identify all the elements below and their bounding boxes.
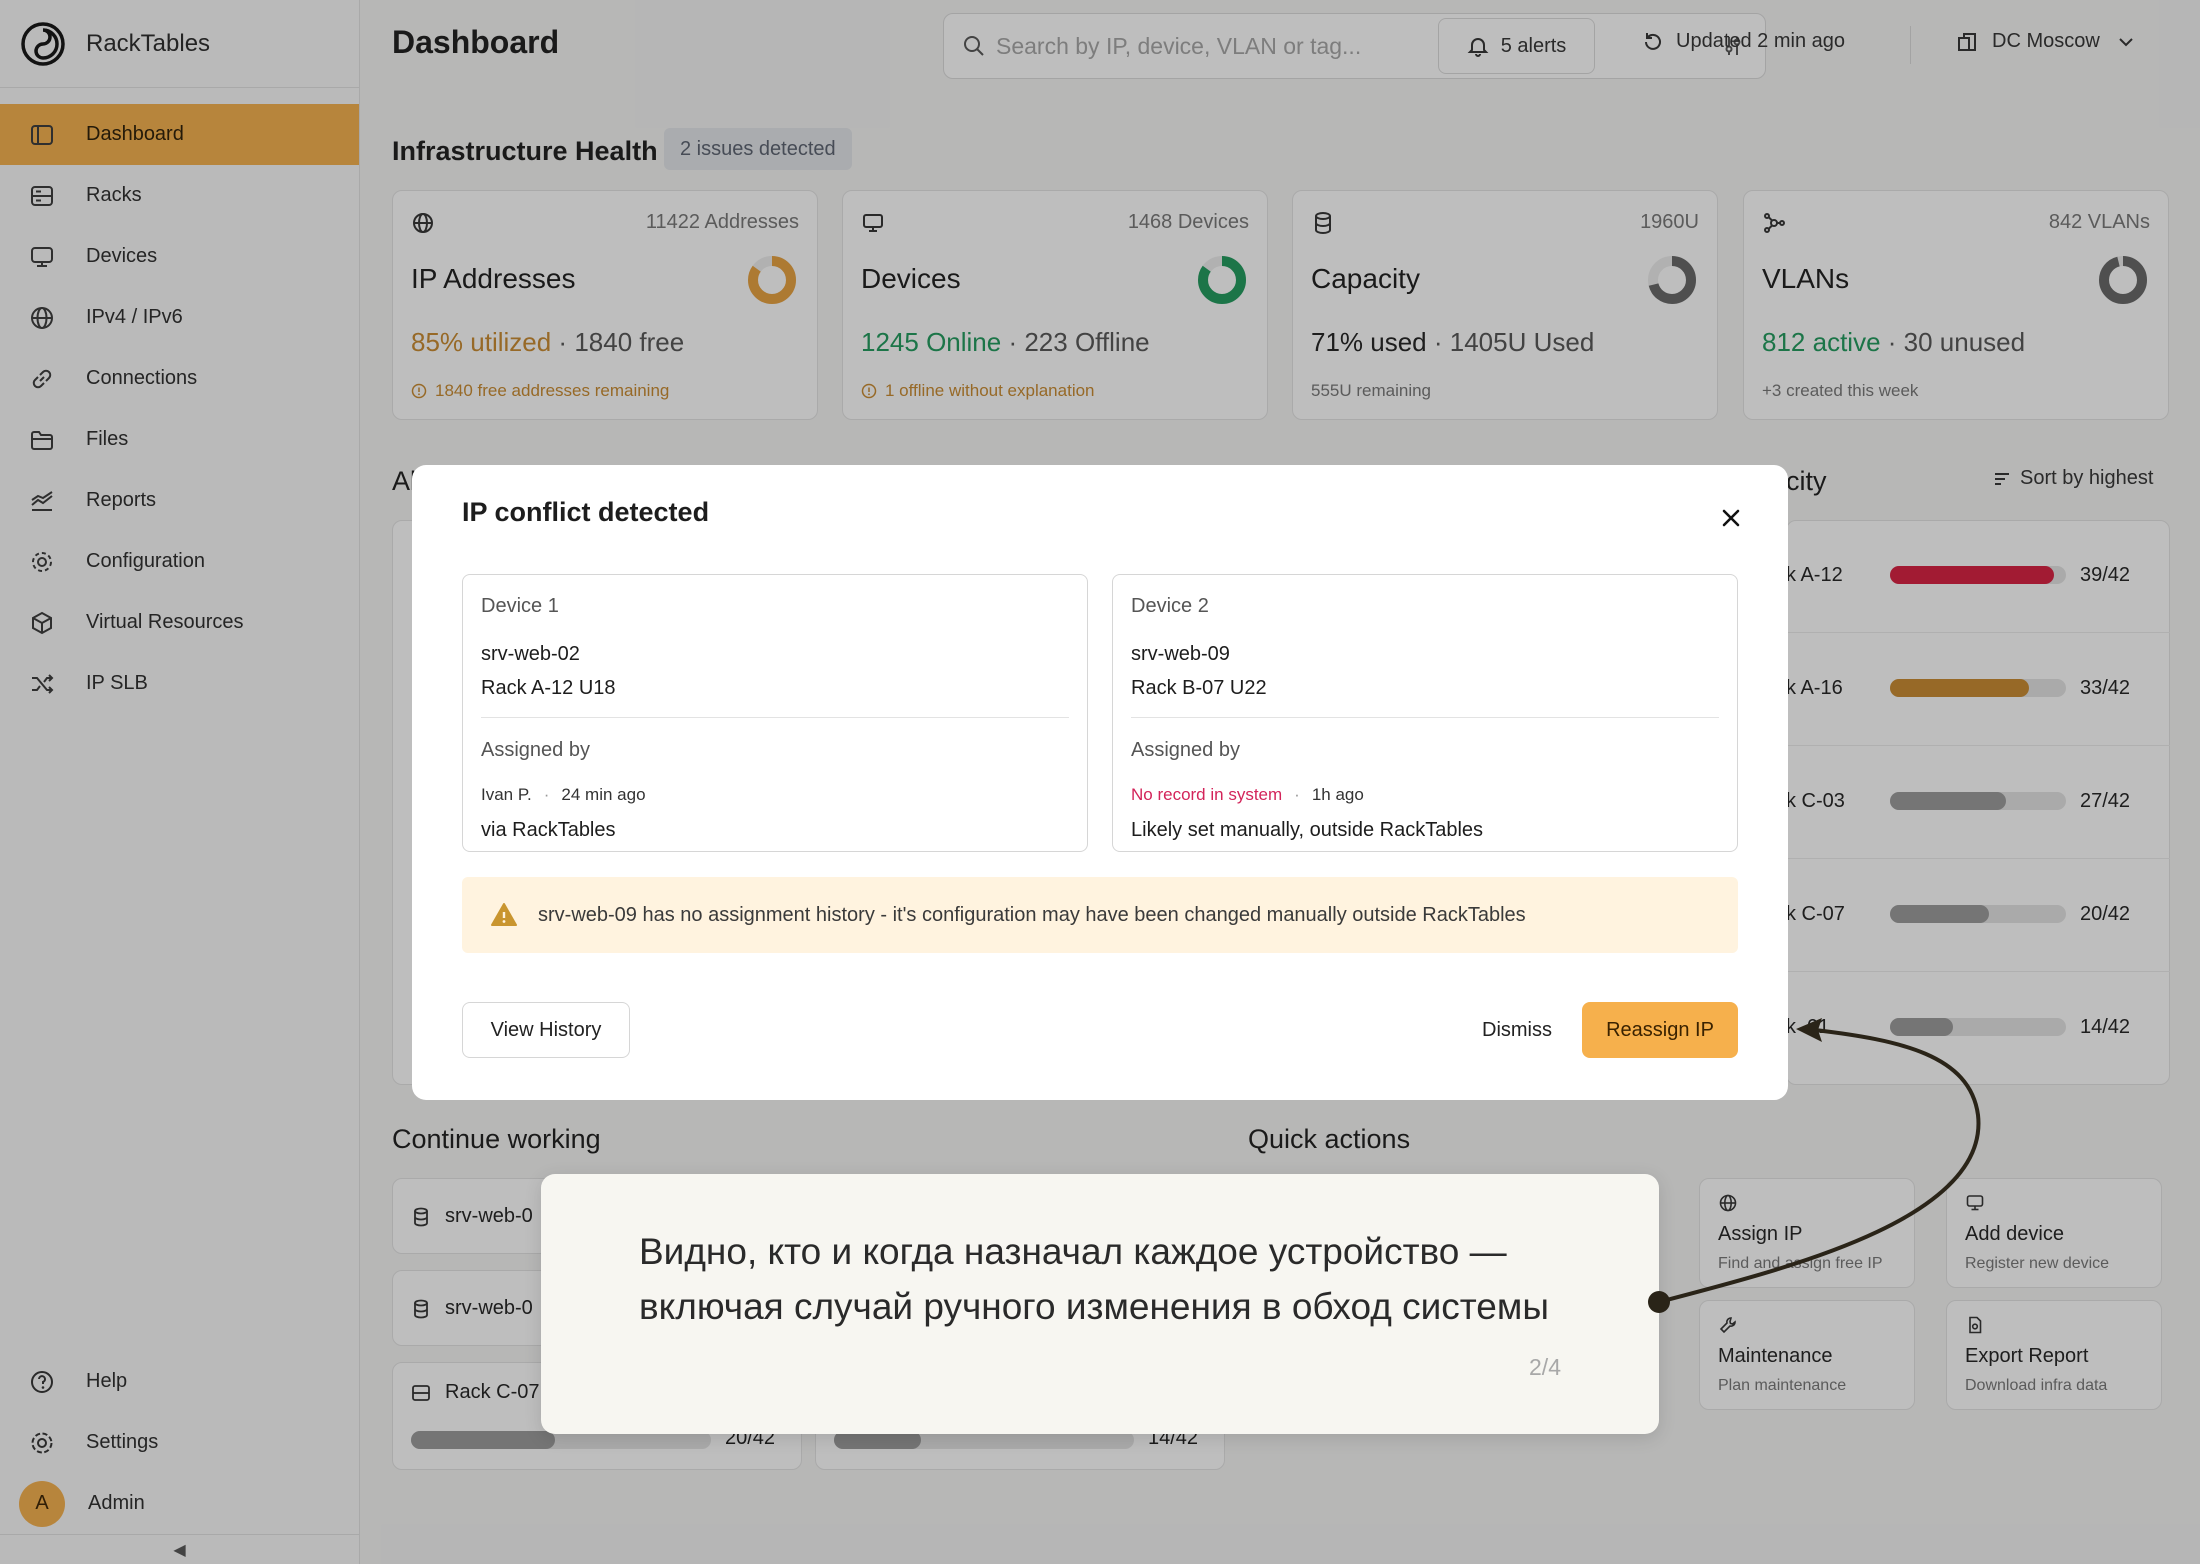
divider [481,717,1069,718]
dialog-title: IP conflict detected [462,497,710,527]
separator-dot: · [543,785,550,804]
tooltip-step-counter: 2/4 [1529,1354,1561,1380]
onboarding-tooltip: Видно, кто и когда назначал каждое устро… [541,1174,1659,1434]
assigned-by-label: Assigned by [1131,739,1240,761]
warning-text: srv-web-09 has no assignment history - i… [538,903,1526,926]
separator-dot: · [1294,785,1300,804]
view-history-button[interactable]: View History [462,1002,630,1058]
close-icon [1722,509,1740,527]
tooltip-text: Видно, кто и когда назначал каждое устро… [639,1231,1549,1327]
device-rack: Rack B-07 U22 [1131,677,1267,699]
device-1-panel: Device 1 srv-web-02 Rack A-12 U18 Assign… [462,574,1088,852]
warning-triangle-icon [491,903,517,926]
assigned-by-user: Ivan P. [481,785,532,804]
device-name[interactable]: srv-web-02 [481,643,580,666]
assignment-source: Likely set manually, outside RackTables [1131,819,1484,841]
warning-banner: srv-web-09 has no assignment history - i… [462,877,1738,953]
assignment-source: via RackTables [481,819,616,841]
divider [1131,717,1719,718]
ip-conflict-dialog: IP conflict detected Device 1 srv-web-02… [412,465,1788,1100]
dismiss-button[interactable]: Dismiss [1462,1002,1572,1058]
device-name[interactable]: srv-web-09 [1131,643,1230,666]
assigned-time: 1h ago [1311,785,1364,804]
assigned-time: 24 min ago [561,785,646,804]
assignment-info: No record in system · 1h ago [1131,785,1364,805]
device-label: Device 1 [481,595,559,617]
device-2-panel: Device 2 srv-web-09 Rack B-07 U22 Assign… [1112,574,1738,852]
assigned-by-label: Assigned by [481,739,590,761]
no-record-label: No record in system [1131,785,1283,804]
assignment-info: Ivan P. · 24 min ago [481,785,646,805]
close-button[interactable] [1714,501,1748,535]
reassign-ip-button[interactable]: Reassign IP [1582,1002,1738,1058]
device-rack: Rack A-12 U18 [481,677,616,699]
device-label: Device 2 [1131,595,1209,617]
